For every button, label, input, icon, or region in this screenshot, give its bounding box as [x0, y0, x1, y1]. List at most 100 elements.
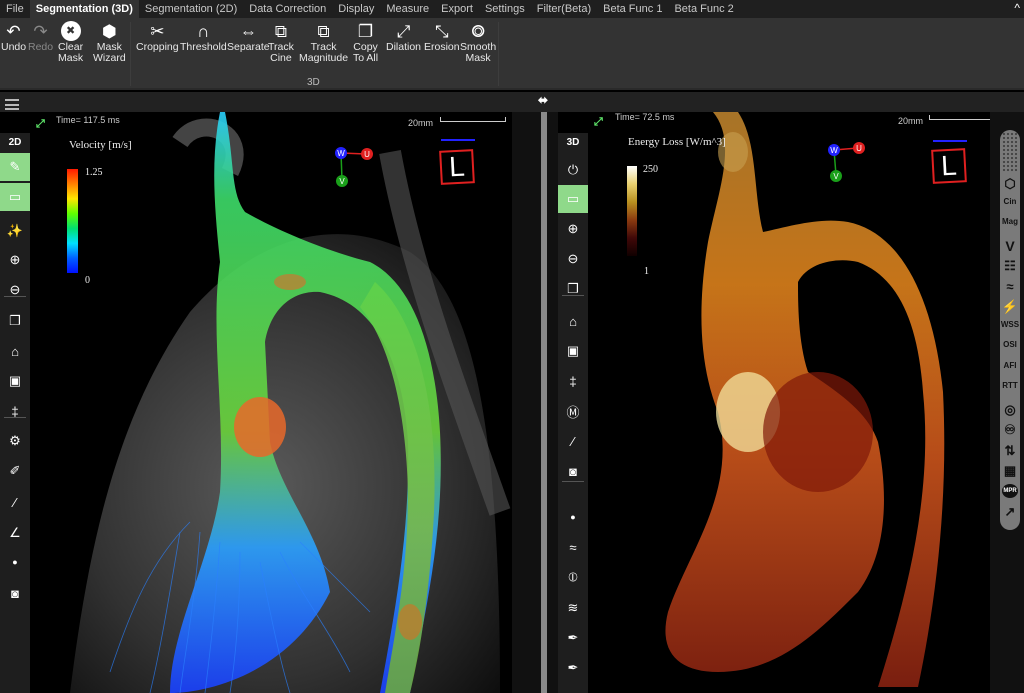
streamline-icon[interactable]: ≈: [1000, 279, 1020, 294]
portrait-icon[interactable]: ▣: [0, 367, 30, 395]
time-label: Time= 72.5 ms: [615, 112, 675, 122]
zoom-in-icon[interactable]: ⊕: [558, 215, 588, 243]
cropping-button[interactable]: ✂ Cropping: [136, 20, 179, 53]
menu-data-correction[interactable]: Data Correction: [243, 0, 332, 18]
strip-afi-button[interactable]: AFI: [1000, 361, 1020, 370]
waves-icon[interactable]: ≋: [558, 594, 588, 622]
strip-v-button[interactable]: V: [1000, 238, 1020, 254]
clear-mask-button[interactable]: ✖ Clear Mask: [58, 20, 83, 64]
mpr-icon[interactable]: Ⓜ: [558, 397, 588, 425]
copy-to-all-button[interactable]: ❐ Copy To All: [353, 20, 378, 64]
button-label: Mask Wizard: [93, 41, 126, 64]
pan-view-icon[interactable]: ⌂: [0, 337, 30, 365]
ruler-pencil-2-icon[interactable]: ✒: [558, 654, 588, 682]
menu-measure[interactable]: Measure: [380, 0, 435, 18]
right-feature-strip: ⬡ Cin Mag V ☷ ≈ ⚡ WSS OSI AFI RTT ◎ ♾ ⇅ ▦ MPR ↗: [1000, 130, 1020, 530]
menu-segmentation-2d[interactable]: Segmentation (2D): [139, 0, 243, 18]
flow-reverse-icon[interactable]: ⇅: [1000, 443, 1020, 459]
arrow-icon[interactable]: ↗: [1000, 504, 1020, 520]
track-cine-button[interactable]: ⧉ Track Cine: [268, 20, 294, 64]
ruler-pencil-icon[interactable]: ✒: [558, 624, 588, 652]
button-label: Copy To All: [353, 41, 379, 64]
menu-display[interactable]: Display: [332, 0, 380, 18]
drop-icon[interactable]: ●: [0, 548, 30, 576]
menu-beta-func-1[interactable]: Beta Func 1: [597, 0, 668, 18]
lightning-icon[interactable]: ⚡: [1000, 299, 1020, 315]
menu-file[interactable]: File: [0, 0, 30, 18]
grip-icon[interactable]: [1002, 132, 1018, 172]
helix-icon[interactable]: ♾: [1000, 422, 1020, 438]
eyedropper-icon[interactable]: ✐: [0, 457, 30, 485]
3d-cube-icon[interactable]: ⬡: [1000, 176, 1020, 192]
drop-icon[interactable]: ●: [558, 503, 588, 531]
axis-v-label: V: [339, 177, 345, 186]
track-magnitude-button[interactable]: ⧉ Track Magnitude: [299, 20, 348, 64]
energy-colorbar: [627, 166, 637, 256]
button-label: Redo: [28, 41, 54, 53]
menu-filter-beta[interactable]: Filter(Beta): [531, 0, 597, 18]
gear-icon[interactable]: ⚙: [0, 427, 30, 455]
strip-osi-button[interactable]: OSI: [1000, 340, 1020, 349]
strip-mpr-button[interactable]: MPR: [1002, 483, 1018, 498]
mask-wizard-button[interactable]: ⬢ Mask Wizard: [93, 20, 126, 64]
right-viewport[interactable]: ⤢ Time= 72.5 ms Energy Loss [W/m^3] 250 …: [588, 112, 990, 693]
orientation-cube[interactable]: L: [439, 149, 475, 185]
erosion-button[interactable]: ⤡ Erosion: [424, 20, 460, 53]
dilation-button[interactable]: ⤢ Dilation: [386, 20, 421, 53]
strip-cin-button[interactable]: Cin: [1000, 197, 1020, 206]
grid-icon[interactable]: ▦: [1000, 463, 1020, 479]
vortex-icon[interactable]: ◎: [1000, 402, 1020, 418]
undo-icon: ↶: [6, 21, 21, 41]
legend-title: Energy Loss [W/m^3]: [628, 136, 726, 148]
power-icon[interactable]: ⏻: [558, 156, 588, 184]
brush-icon[interactable]: ✎: [0, 153, 30, 181]
pan-view-icon[interactable]: ⌂: [558, 307, 588, 335]
ruler-icon[interactable]: ∕: [558, 427, 588, 455]
axis-v-label: V: [833, 172, 839, 181]
menu-segmentation-3d[interactable]: Segmentation (3D): [29, 0, 139, 18]
window-icon[interactable]: ❐: [0, 307, 30, 335]
probe-icon[interactable]: ‡: [558, 367, 588, 395]
portrait-icon[interactable]: ▣: [558, 337, 588, 365]
smooth-mask-button[interactable]: ⭗ Smooth Mask: [460, 20, 496, 64]
strip-rtt-button[interactable]: RTT: [1000, 381, 1020, 390]
menu-export[interactable]: Export: [435, 0, 479, 18]
view-mode-label: 2D: [8, 137, 22, 148]
zoom-out-icon[interactable]: ⊖: [558, 245, 588, 273]
chevron-up-icon[interactable]: ^: [1014, 1, 1020, 15]
expand-icon[interactable]: ⤢: [594, 116, 603, 129]
window-icon[interactable]: ❐: [558, 275, 588, 303]
wind-icon[interactable]: ≈: [558, 533, 588, 561]
menu-beta-func-2[interactable]: Beta Func 2: [668, 0, 739, 18]
split-handle-icon[interactable]: ⬌: [538, 93, 548, 107]
strip-wss-button[interactable]: WSS: [1000, 320, 1020, 329]
zoom-in-icon[interactable]: ⊕: [0, 246, 30, 274]
camera-icon[interactable]: ◙: [0, 579, 30, 607]
magic-wand-icon[interactable]: ✨: [0, 217, 30, 245]
circle-split-icon[interactable]: ⦶: [558, 563, 588, 591]
angle-icon[interactable]: ∠: [0, 519, 30, 547]
threshold-button[interactable]: ∩ Threshold: [180, 20, 227, 53]
menu-settings[interactable]: Settings: [479, 0, 531, 18]
left-viewport[interactable]: ⤢ Time= 117.5 ms Velocity [m/s] 1.25 0 2…: [30, 112, 512, 693]
pathline-icon[interactable]: ☷: [1000, 258, 1020, 274]
button-label: Clear Mask: [58, 41, 84, 64]
time-label: Time= 117.5 ms: [56, 115, 120, 125]
velocity-render: [70, 112, 511, 693]
zoom-out-icon[interactable]: ⊖: [0, 276, 30, 304]
undo-button[interactable]: ↶ Undo: [1, 20, 26, 53]
redo-button[interactable]: ↷ Redo: [28, 20, 53, 53]
expand-icon[interactable]: ⤢: [36, 118, 45, 131]
strip-mag-button[interactable]: Mag: [1000, 217, 1020, 226]
ruler-icon[interactable]: ∕: [0, 488, 30, 516]
ribbon-toolbar: 3D ↶ Undo ↷ Redo ✖ Clear Mask ⬢ Mask Wizard ✂ Cropp…: [0, 18, 1024, 90]
hamburger-menu-icon[interactable]: [5, 99, 19, 110]
separate-button[interactable]: ⇔ Separate: [227, 20, 270, 53]
probe-icon[interactable]: ‡: [0, 397, 30, 425]
orientation-cube[interactable]: L: [931, 148, 967, 184]
eraser-icon[interactable]: ▭: [0, 183, 30, 211]
eraser-icon[interactable]: ▭: [558, 185, 588, 213]
copy-to-all-icon: ❐: [357, 21, 374, 41]
dilation-icon: ⤢: [396, 21, 411, 41]
ribbon-divider: [130, 22, 131, 86]
